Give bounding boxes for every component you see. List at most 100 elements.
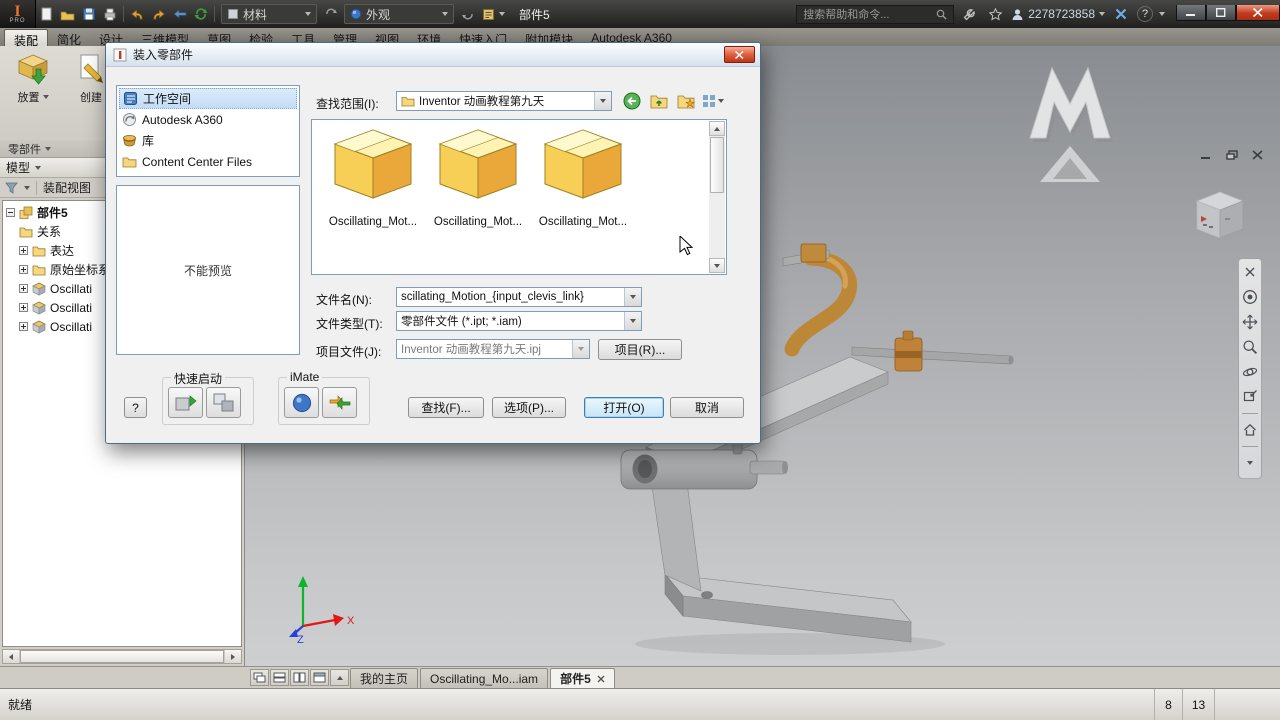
- combo-dropdown-button[interactable]: [624, 312, 641, 330]
- appearance-sync-icon[interactable]: [458, 5, 477, 24]
- maximize-button[interactable]: [1206, 4, 1236, 21]
- location-library[interactable]: 库: [119, 130, 297, 151]
- close-button[interactable]: [1236, 4, 1280, 21]
- scroll-up-icon[interactable]: [709, 121, 725, 136]
- location-workspace[interactable]: 工作空间: [119, 88, 297, 109]
- new-folder-icon[interactable]: [674, 91, 697, 111]
- project-combobox[interactable]: Inventor 动画教程第九天.ipj: [396, 339, 590, 359]
- save-icon[interactable]: [79, 5, 98, 24]
- orbit-icon[interactable]: [1241, 363, 1259, 381]
- tab-oscillating-iam[interactable]: Oscillating_Mo...iam: [420, 668, 549, 688]
- navigation-wheel-icon[interactable]: [1241, 288, 1259, 306]
- arrange-windows-icon[interactable]: [310, 669, 329, 686]
- place-component-button[interactable]: 放置: [10, 52, 56, 105]
- doc-close-icon[interactable]: [1249, 148, 1266, 162]
- scroll-left-icon[interactable]: [3, 650, 19, 663]
- tab-close-icon[interactable]: [597, 675, 605, 683]
- tile-vertical-icon[interactable]: [290, 669, 309, 686]
- chevron-down-icon[interactable]: [499, 12, 505, 16]
- print-icon[interactable]: [100, 5, 119, 24]
- navbar-chevron-down-icon[interactable]: [1241, 454, 1259, 472]
- app-logo[interactable]: I PRO: [0, 0, 36, 28]
- scrollbar-thumb[interactable]: [20, 650, 224, 663]
- material-dropdown[interactable]: 材料: [221, 4, 317, 24]
- quick-launch-replace-button[interactable]: [206, 387, 241, 418]
- star-icon[interactable]: [986, 5, 1005, 24]
- navbar-close-icon[interactable]: [1241, 263, 1259, 281]
- dialog-help-button[interactable]: ?: [124, 397, 147, 418]
- open-file-icon[interactable]: [58, 5, 77, 24]
- expander-plus-icon[interactable]: [19, 303, 28, 312]
- return-icon[interactable]: [170, 5, 189, 24]
- look-at-icon[interactable]: [1241, 388, 1259, 406]
- cancel-button[interactable]: 取消: [670, 397, 744, 418]
- find-button[interactable]: 查找(F)...: [408, 397, 484, 418]
- expander-plus-icon[interactable]: [19, 265, 28, 274]
- combo-dropdown-button[interactable]: [594, 92, 611, 110]
- filename-combobox[interactable]: scillating_Motion_{input_clevis_link}: [396, 287, 642, 307]
- expander-plus-icon[interactable]: [19, 322, 28, 331]
- filter-icon[interactable]: [5, 182, 18, 194]
- material-sync-icon[interactable]: [321, 5, 340, 24]
- scrollbar-thumb[interactable]: [710, 137, 724, 193]
- chevron-down-icon[interactable]: [1159, 12, 1165, 16]
- scroll-right-icon[interactable]: [225, 650, 241, 663]
- parameters-icon[interactable]: [479, 5, 498, 24]
- filetype-combobox[interactable]: 零部件文件 (*.ipt; *.iam): [396, 311, 642, 331]
- undo-icon[interactable]: [128, 5, 147, 24]
- location-content-center[interactable]: Content Center Files: [119, 151, 297, 172]
- ribbon-tab-assemble[interactable]: 装配: [4, 29, 49, 48]
- doc-minimize-icon[interactable]: [1197, 148, 1214, 162]
- help-search-input[interactable]: 搜索帮助和命令...: [796, 4, 955, 24]
- project-button[interactable]: 项目(R)...: [598, 339, 682, 360]
- tab-home[interactable]: 我的主页: [350, 668, 419, 688]
- file-item[interactable]: Oscillating_Mot...: [427, 128, 529, 274]
- up-one-level-icon[interactable]: [647, 91, 670, 111]
- document-window-controls: [1197, 148, 1266, 162]
- options-button[interactable]: 选项(P)...: [492, 397, 566, 418]
- location-a360[interactable]: Autodesk A360: [119, 109, 297, 130]
- browser-horizontal-scrollbar[interactable]: [2, 649, 242, 664]
- expander-plus-icon[interactable]: [19, 284, 28, 293]
- status-file-count: 13: [1182, 689, 1214, 720]
- tile-horizontal-icon[interactable]: [270, 669, 289, 686]
- expander-minus-icon[interactable]: [6, 208, 15, 217]
- home-view-icon[interactable]: [1241, 421, 1259, 439]
- quick-launch-label: 快速启动: [171, 370, 226, 387]
- new-file-icon[interactable]: [37, 5, 56, 24]
- file-item[interactable]: Oscillating_Mot...: [532, 128, 634, 274]
- appearance-dropdown[interactable]: 外观: [344, 4, 454, 24]
- tab-assembly5[interactable]: 部件5: [550, 668, 615, 688]
- help-icon[interactable]: ?: [1137, 6, 1153, 22]
- update-icon[interactable]: [191, 5, 210, 24]
- ribbon-tab[interactable]: 简化: [48, 29, 90, 47]
- zoom-icon[interactable]: [1241, 338, 1259, 356]
- file-list-scrollbar[interactable]: [709, 121, 725, 273]
- minimize-button[interactable]: [1176, 4, 1206, 21]
- open-button[interactable]: 打开(O): [584, 397, 664, 418]
- views-menu-icon[interactable]: [701, 91, 724, 111]
- combo-dropdown-button[interactable]: [624, 288, 641, 306]
- redo-icon[interactable]: [149, 5, 168, 24]
- imate-glyph-button[interactable]: [284, 387, 319, 418]
- scroll-down-icon[interactable]: [709, 258, 725, 273]
- status-ready: 就绪: [8, 698, 33, 712]
- doc-restore-icon[interactable]: [1223, 148, 1240, 162]
- dialog-close-button[interactable]: [724, 46, 755, 63]
- combo-dropdown-button[interactable]: [572, 340, 589, 358]
- expander-plus-icon[interactable]: [19, 246, 28, 255]
- back-icon[interactable]: [620, 91, 643, 111]
- pan-icon[interactable]: [1241, 313, 1259, 331]
- collapse-tabs-icon[interactable]: [330, 669, 349, 686]
- imate-interactive-button[interactable]: [322, 387, 357, 418]
- chevron-down-icon[interactable]: [24, 185, 30, 190]
- cascade-windows-icon[interactable]: [250, 669, 269, 686]
- look-in-combobox[interactable]: Inventor 动画教程第九天: [396, 91, 612, 111]
- file-item[interactable]: Oscillating_Mot...: [322, 128, 424, 274]
- dialog-title-bar[interactable]: 装入零部件: [106, 43, 760, 67]
- account-menu[interactable]: 2278723858: [1011, 7, 1105, 21]
- a360-x-icon[interactable]: [1111, 5, 1130, 24]
- folder-icon: [32, 246, 46, 256]
- quick-launch-place-button[interactable]: [168, 387, 203, 418]
- wrench-icon[interactable]: [960, 5, 979, 24]
